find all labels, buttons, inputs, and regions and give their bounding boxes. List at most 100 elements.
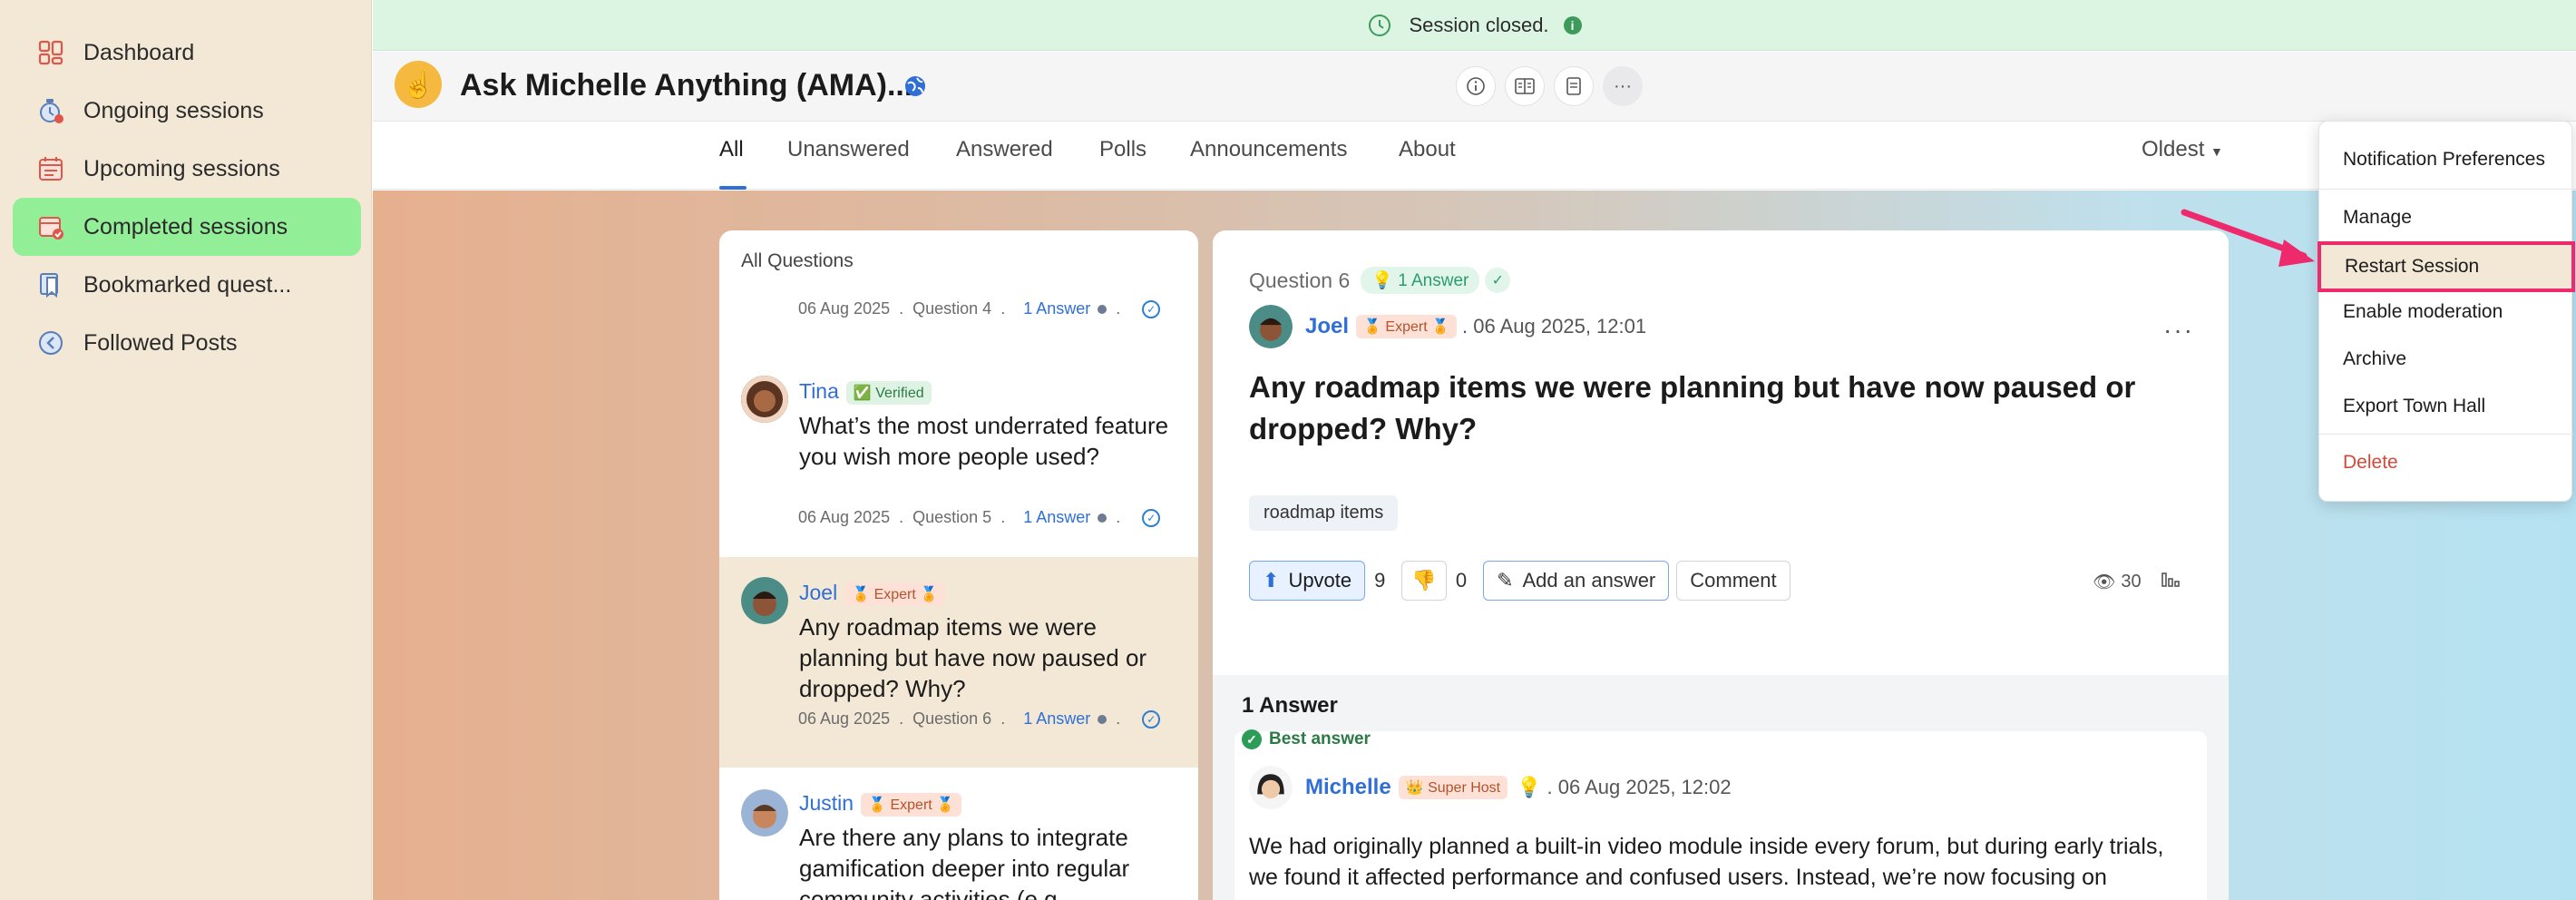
- author-name-text: Joel: [799, 581, 838, 604]
- menu-item-delete[interactable]: Delete: [2319, 441, 2573, 484]
- grid-icon: [36, 38, 65, 67]
- question-meta: 06 Aug 2025. Question 5. 1 Answer. ✓: [798, 508, 1161, 527]
- question-tabs: All Unanswered Answered Polls Announceme…: [373, 122, 2576, 190]
- author-name[interactable]: Joel: [1305, 314, 1349, 339]
- sidebar-item-ongoing[interactable]: Ongoing sessions: [13, 82, 361, 140]
- question-date: 06 Aug 2025: [798, 299, 891, 318]
- author-name-text: Justin: [799, 791, 854, 815]
- answers-section: 1 Answer ✓ Best answer Michelle 👑 Super H…: [1213, 675, 2229, 900]
- meta-separator: .: [899, 299, 904, 318]
- answered-check-icon: ✓: [1142, 508, 1161, 527]
- question-timestamp: . 06 Aug 2025, 12:01: [1462, 315, 1647, 338]
- list-item[interactable]: Justin 🏅 Expert 🏅 Are there any plans to …: [719, 768, 1198, 900]
- badge-label: Verified: [875, 385, 924, 401]
- tab-about[interactable]: About: [1399, 137, 1456, 162]
- answer-count[interactable]: 1 Answer: [1023, 299, 1090, 318]
- author-name[interactable]: Justin 🏅 Expert 🏅: [799, 791, 962, 817]
- question-options-icon[interactable]: ···: [2163, 316, 2194, 345]
- meta-separator: .: [1116, 508, 1121, 526]
- question-date: 06 Aug 2025: [798, 508, 891, 526]
- question-text: Are there any plans to integrate gamific…: [799, 824, 1130, 900]
- session-status-banner: Session closed. i: [373, 0, 2576, 51]
- pencil-icon: ✎: [1497, 569, 1514, 592]
- question-number: Question 6: [1249, 268, 1351, 292]
- tab-answered[interactable]: Answered: [956, 137, 1053, 162]
- topic-tag[interactable]: roadmap items: [1249, 495, 1399, 531]
- list-item[interactable]: Tina ✅ Verified What’s the most underrate…: [719, 356, 1198, 537]
- sort-label: Oldest: [2142, 137, 2205, 161]
- author-name[interactable]: Joel 🏅 Expert 🏅: [799, 581, 946, 606]
- answer-count[interactable]: 1 Answer: [1023, 508, 1090, 527]
- bookmark-icon: [36, 270, 65, 299]
- question-number: Question 5: [912, 508, 992, 526]
- answers-title: 1 Answer: [1242, 693, 1338, 718]
- upvote-button[interactable]: ⬆ Upvote: [1249, 561, 1366, 601]
- status-dot-icon: [1098, 513, 1107, 523]
- answer-timestamp: . 06 Aug 2025, 12:02: [1547, 776, 1732, 798]
- avatar: [741, 789, 788, 836]
- downvote-count: 0: [1455, 569, 1468, 592]
- answer-count: 1 Answer: [1398, 271, 1469, 290]
- author-name[interactable]: Tina ✅ Verified: [799, 379, 932, 405]
- info-icon[interactable]: i: [1563, 15, 1582, 34]
- annotation-arrow-icon: [2181, 209, 2315, 267]
- meta-separator: .: [1000, 709, 1006, 728]
- bar-chart-icon[interactable]: [2160, 568, 2181, 595]
- notes-button[interactable]: [1554, 66, 1594, 106]
- view-count: 👁 30: [2093, 568, 2181, 595]
- meta-separator: .: [1000, 299, 1006, 318]
- avatar: [1249, 305, 1293, 348]
- reader-view-button[interactable]: [1505, 66, 1545, 106]
- arrow-up-icon: ⬆: [1263, 569, 1280, 592]
- tab-polls[interactable]: Polls: [1099, 137, 1147, 162]
- meta-separator: .: [1116, 299, 1121, 318]
- timer-icon: [36, 96, 65, 125]
- avatar: [741, 577, 788, 624]
- menu-item-export-town-hall[interactable]: Export Town Hall: [2319, 385, 2573, 428]
- author-name[interactable]: Michelle: [1305, 775, 1391, 800]
- tab-unanswered[interactable]: Unanswered: [787, 137, 910, 162]
- menu-item-enable-moderation[interactable]: Enable moderation: [2319, 290, 2573, 334]
- active-tab-indicator: [719, 186, 746, 190]
- avatar: [1249, 766, 1293, 809]
- expert-badge: 🏅 Expert 🏅: [844, 582, 946, 606]
- sidebar-item-label: Followed Posts: [83, 329, 238, 356]
- status-dot-icon: [1098, 304, 1107, 314]
- columns-icon: [1515, 78, 1535, 94]
- sidebar-item-upcoming[interactable]: Upcoming sessions: [13, 140, 361, 198]
- question-title: Any roadmap items we were planning but h…: [1249, 370, 2136, 445]
- comment-button[interactable]: Comment: [1676, 561, 1791, 601]
- sidebar-item-dashboard[interactable]: Dashboard: [13, 24, 361, 82]
- answer-count[interactable]: 1 Answer: [1023, 709, 1090, 729]
- sidebar-item-label: Ongoing sessions: [83, 97, 264, 123]
- sort-dropdown[interactable]: Oldest ▼: [2142, 137, 2223, 162]
- best-answer-label: Best answer: [1269, 729, 1371, 748]
- sidebar-item-completed[interactable]: Completed sessions: [13, 198, 361, 256]
- downvote-button[interactable]: 👎: [1401, 561, 1447, 601]
- answer-card: ✓ Best answer Michelle 👑 Super Host 💡 . 0…: [1234, 729, 2207, 900]
- menu-item-manage[interactable]: Manage: [2319, 196, 2573, 240]
- question-text: Any roadmap items we were planning but h…: [799, 613, 1147, 702]
- arrow-left-circle-icon: [36, 328, 65, 357]
- tab-announcements[interactable]: Announcements: [1190, 137, 1347, 162]
- expert-badge: 🏅 Expert 🏅: [861, 792, 962, 817]
- list-item[interactable]: Joel 🏅 Expert 🏅 Any roadmap items we were…: [719, 557, 1198, 768]
- badge-label: Expert: [873, 586, 916, 602]
- list-item[interactable]: 06 Aug 2025. Question 4. 1 Answer. ✓: [719, 296, 1198, 332]
- sidebar-item-bookmarked[interactable]: Bookmarked quest...: [13, 256, 361, 314]
- info-button[interactable]: [1456, 66, 1496, 106]
- menu-item-notification-preferences[interactable]: Notification Preferences: [2319, 138, 2573, 181]
- menu-divider: [2319, 434, 2573, 435]
- answer-author: Michelle 👑 Super Host 💡 . 06 Aug 2025, 1…: [1249, 766, 1732, 809]
- info-circle-icon: [1467, 77, 1485, 95]
- more-options-button[interactable]: ···: [1603, 66, 1643, 106]
- sidebar-item-followed[interactable]: Followed Posts: [13, 314, 361, 372]
- super-host-badge: 👑 Super Host: [1398, 776, 1508, 799]
- menu-item-archive[interactable]: Archive: [2319, 338, 2573, 381]
- tab-all[interactable]: All: [719, 137, 744, 162]
- badge-label: Super Host: [1428, 780, 1501, 796]
- menu-item-restart-session[interactable]: Restart Session: [2317, 241, 2575, 292]
- add-answer-button[interactable]: ✎ Add an answer: [1483, 561, 1670, 601]
- question-label: Question 6 💡 1 Answer ✓: [1249, 267, 1511, 294]
- lightbulb-icon: 💡: [1517, 776, 1542, 798]
